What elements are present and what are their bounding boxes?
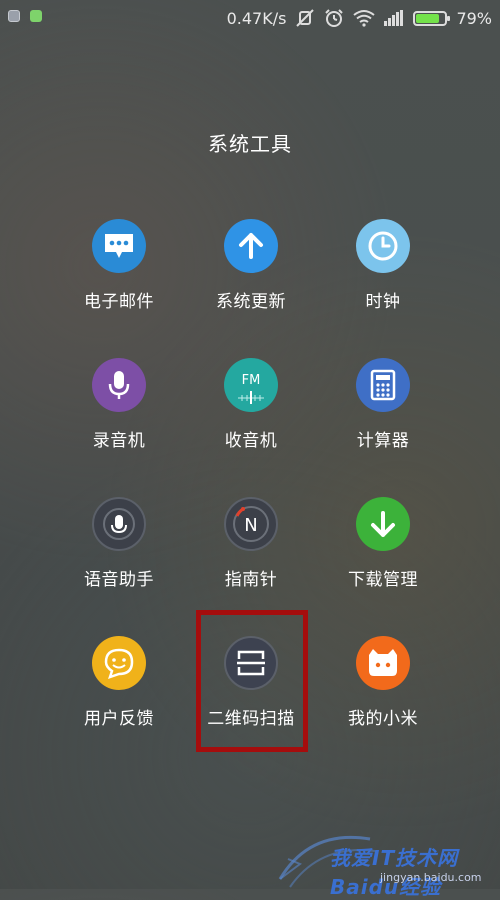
microphone-icon: [92, 358, 146, 412]
alarm-icon: [325, 9, 344, 27]
network-speed: 0.47K/s: [226, 8, 287, 28]
app-email[interactable]: 电子邮件: [53, 219, 185, 312]
app-label: 时钟: [365, 292, 401, 312]
app-download-manager[interactable]: 下载管理: [317, 497, 449, 590]
calculator-icon: [356, 358, 410, 412]
wifi-icon: [353, 10, 376, 27]
update-icon: [224, 219, 278, 273]
app-label: 收音机: [224, 431, 278, 451]
status-bar: 0.47K/s 79%: [0, 0, 500, 36]
app-recorder[interactable]: 录音机: [53, 358, 185, 451]
shield-icon: [8, 10, 20, 22]
app-label: 计算器: [356, 431, 410, 451]
app-label: 指南针: [224, 570, 278, 590]
voice-assistant-icon: [92, 497, 146, 551]
app-radio[interactable]: FM 收音机: [185, 358, 317, 451]
app-label: 我的小米: [348, 709, 418, 729]
app-system-update[interactable]: 系统更新: [185, 219, 317, 312]
feedback-icon: [92, 636, 146, 690]
app-voice-assistant[interactable]: 语音助手: [53, 497, 185, 590]
svg-text:FM: FM: [242, 373, 261, 388]
folder-title: 系统工具: [208, 132, 292, 156]
app-label: 电子邮件: [84, 292, 154, 312]
app-label: 语音助手: [84, 570, 154, 590]
app-user-feedback[interactable]: 用户反馈: [53, 636, 185, 729]
app-label: 下载管理: [348, 570, 418, 590]
email-icon: [92, 219, 146, 273]
app-calculator[interactable]: 计算器: [317, 358, 449, 451]
highlight-box: [196, 610, 308, 752]
app-label: 系统更新: [216, 292, 286, 312]
app-compass[interactable]: N 指南针: [185, 497, 317, 590]
watermark-url: jingyan.baidu.com: [380, 871, 482, 884]
android-icon: [30, 10, 42, 22]
status-bar-left: [8, 10, 42, 22]
status-bar-right: 0.47K/s 79%: [227, 5, 492, 31]
download-icon: [356, 497, 410, 551]
app-label: 录音机: [92, 431, 146, 451]
battery-percent: 79%: [456, 8, 492, 28]
fm-radio-icon: FM: [224, 358, 278, 412]
mute-icon: [296, 9, 315, 27]
signal-icon: [384, 10, 404, 26]
app-label: 用户反馈: [84, 709, 154, 729]
battery-icon: [413, 10, 451, 26]
app-clock[interactable]: 时钟: [317, 219, 449, 312]
svg-text:N: N: [244, 515, 257, 536]
mi-icon: [356, 636, 410, 690]
app-my-mi[interactable]: 我的小米: [317, 636, 449, 729]
battery-fill: [416, 13, 439, 23]
clock-icon: [356, 219, 410, 273]
compass-icon: N: [224, 497, 278, 551]
